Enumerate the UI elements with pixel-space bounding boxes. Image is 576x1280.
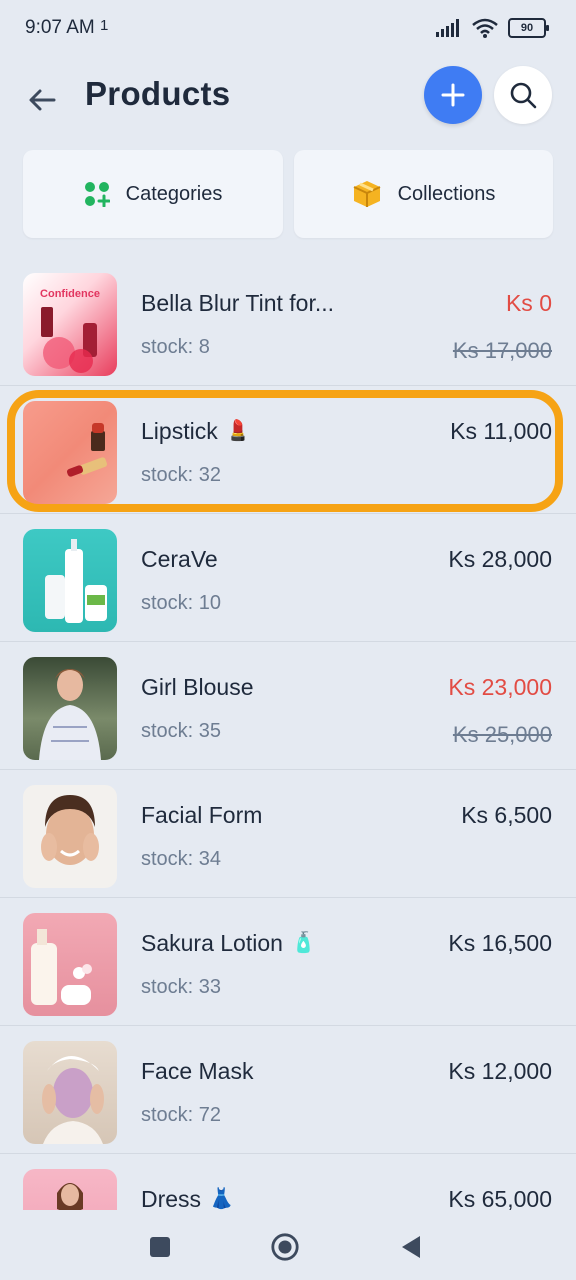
- signal-icon: [436, 19, 459, 37]
- product-name: Dress 👗: [141, 1186, 234, 1210]
- collections-label: Collections: [397, 182, 496, 205]
- back-nav-button[interactable]: [396, 1232, 426, 1262]
- product-name: Bella Blur Tint for...: [141, 290, 335, 316]
- svg-text:Confidence: Confidence: [40, 288, 100, 300]
- product-stock: stock: 35: [141, 720, 222, 742]
- status-time: 9:07 AM 1: [25, 17, 109, 38]
- product-stock: stock: 8: [141, 336, 210, 358]
- wifi-icon: [472, 18, 498, 38]
- product-thumbnail: [23, 785, 117, 888]
- list-item[interactable]: Face Mask stock: 72 Ks 12,000: [0, 1026, 576, 1154]
- dress-emoji-icon: 👗: [209, 1188, 234, 1210]
- lipstick-emoji-icon: 💄: [225, 420, 251, 442]
- categories-icon: [84, 182, 110, 207]
- product-name: CeraVe: [141, 546, 218, 572]
- product-stock: stock: 33: [141, 976, 222, 998]
- system-nav-bar: [0, 1210, 576, 1280]
- list-item[interactable]: Confidence Bella Blur Tint for... stock:…: [0, 258, 576, 386]
- list-item[interactable]: Lipstick 💄 stock: 32 Ks 11,000: [0, 386, 576, 514]
- list-item[interactable]: Dress 👗 Ks 65,000: [0, 1154, 576, 1210]
- collections-card[interactable]: Collections: [294, 150, 553, 238]
- product-thumbnail: [23, 657, 117, 760]
- battery-indicator: 90: [508, 18, 549, 38]
- product-price: Ks 0: [505, 290, 552, 316]
- product-thumbnail: [23, 1041, 117, 1144]
- page-title: Products: [85, 75, 231, 112]
- recents-button[interactable]: [145, 1232, 175, 1262]
- plus-icon: [441, 83, 465, 107]
- product-thumbnail: [23, 401, 117, 504]
- lotion-emoji-icon: 🧴: [290, 932, 316, 954]
- home-circle-icon: [271, 1233, 299, 1261]
- product-thumbnail: Confidence: [23, 273, 117, 376]
- product-name: Facial Form: [141, 802, 263, 828]
- product-name: Face Mask: [141, 1058, 254, 1084]
- product-price: Ks 65,000: [448, 1186, 552, 1210]
- product-list: Confidence Bella Blur Tint for... stock:…: [0, 258, 576, 1210]
- list-item[interactable]: Girl Blouse stock: 35 Ks 23,000 Ks 25,00…: [0, 642, 576, 770]
- app-header: Products: [0, 58, 576, 138]
- product-name: Sakura Lotion 🧴: [141, 930, 316, 956]
- home-button[interactable]: [270, 1232, 300, 1262]
- product-stock: stock: 34: [141, 848, 222, 870]
- product-thumbnail: [23, 1169, 117, 1210]
- product-name: Girl Blouse: [141, 674, 254, 700]
- list-item[interactable]: Facial Form stock: 34 Ks 6,500: [0, 770, 576, 898]
- product-stock: stock: 72: [141, 1104, 222, 1126]
- add-product-button[interactable]: [424, 66, 482, 124]
- product-old-price: Ks 17,000: [452, 338, 552, 363]
- status-icons: 90: [436, 18, 549, 38]
- product-old-price: Ks 25,000: [452, 722, 552, 747]
- product-name: Lipstick 💄: [141, 418, 251, 444]
- product-price: Ks 23,000: [448, 674, 552, 700]
- list-item[interactable]: Sakura Lotion 🧴 stock: 33 Ks 16,500: [0, 898, 576, 1026]
- categories-card[interactable]: Categories: [23, 150, 283, 238]
- product-thumbnail: [23, 913, 117, 1016]
- list-item[interactable]: CeraVe stock: 10 Ks 28,000: [0, 514, 576, 642]
- product-price: Ks 12,000: [448, 1058, 552, 1084]
- back-button[interactable]: [22, 80, 62, 120]
- product-price: Ks 16,500: [448, 930, 552, 956]
- status-bar: 9:07 AM 1 90: [0, 0, 576, 58]
- product-price: Ks 11,000: [450, 418, 552, 444]
- arrow-left-icon: [29, 89, 56, 111]
- product-thumbnail: [23, 529, 117, 632]
- categories-label: Categories: [125, 182, 223, 205]
- square-icon: [150, 1237, 170, 1257]
- product-stock: stock: 32: [141, 464, 222, 486]
- product-price: Ks 28,000: [448, 546, 552, 572]
- product-stock: stock: 10: [141, 592, 222, 614]
- search-button[interactable]: [494, 66, 552, 124]
- box-icon: [353, 181, 380, 207]
- search-icon: [510, 82, 537, 109]
- triangle-back-icon: [402, 1236, 420, 1258]
- product-price: Ks 6,500: [461, 802, 552, 828]
